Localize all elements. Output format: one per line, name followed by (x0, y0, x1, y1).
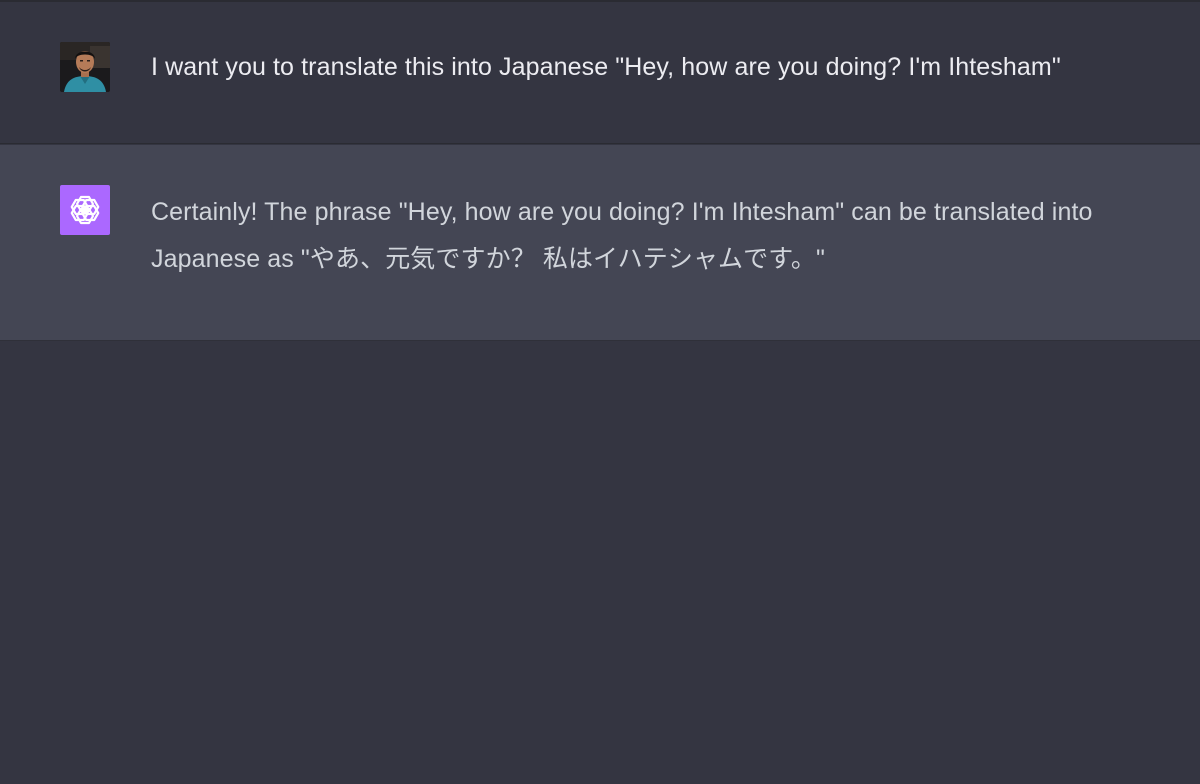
user-avatar (60, 42, 110, 92)
assistant-avatar (60, 185, 110, 235)
chat-page: I want you to translate this into Japane… (0, 0, 1200, 784)
assistant-message-row: Certainly! The phrase "Hey, how are you … (0, 145, 1200, 341)
user-photo-avatar (60, 42, 110, 92)
assistant-message-text: Certainly! The phrase "Hey, how are you … (151, 198, 1093, 273)
user-message-text: I want you to translate this into Japane… (151, 53, 1061, 81)
openai-logo-icon (70, 195, 100, 225)
user-message-row: I want you to translate this into Japane… (0, 2, 1200, 144)
